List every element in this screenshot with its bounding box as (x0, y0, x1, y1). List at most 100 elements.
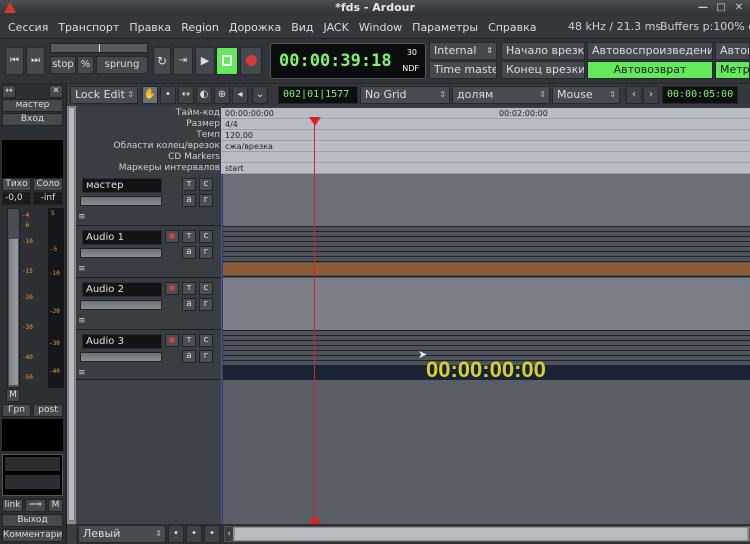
automation-button[interactable]: а (182, 350, 196, 363)
edit-mode-select[interactable]: Lock Edit ⇕ (70, 86, 138, 104)
empty-canvas[interactable] (222, 380, 750, 524)
track-canvas-audio-1[interactable] (222, 226, 750, 278)
playlist-button[interactable]: г (199, 350, 213, 363)
auto-play-button[interactable]: Автовоспроизведение (587, 42, 713, 60)
snap-mode-select[interactable]: долям ⇕ (452, 86, 550, 104)
gain-display[interactable]: -0,0 (2, 192, 31, 205)
menu-view[interactable]: Вид (286, 21, 318, 34)
track-name[interactable]: Audio 1 (82, 230, 162, 245)
metronome-button[interactable]: Метро (715, 61, 750, 79)
nudge-forward-button[interactable]: › (643, 86, 659, 104)
range-markers-ruler[interactable]: start (221, 163, 750, 174)
grab-tool-button[interactable]: ✋ (142, 86, 158, 104)
zoom-clock[interactable]: 00:00:05:00 (662, 86, 738, 104)
panner-area[interactable] (2, 419, 63, 451)
strip-hide-button[interactable]: ✕ (49, 85, 63, 98)
tempo-marker[interactable]: 120,00 (225, 130, 253, 140)
sync-source-select[interactable]: Internal ⇕ (429, 42, 497, 60)
panner-direction-button[interactable]: ⟹ (25, 499, 46, 512)
track-header-audio-2[interactable]: Audio 2 т с а г ≡ (76, 278, 221, 330)
menu-edit[interactable]: Правка (124, 21, 176, 34)
record-enable-button[interactable] (165, 334, 179, 347)
automation-button[interactable]: а (182, 194, 196, 207)
record-button[interactable] (240, 47, 262, 75)
auto-input-button[interactable]: Автов (715, 42, 750, 60)
menu-options[interactable]: Параметры (407, 21, 483, 34)
menu-window[interactable]: Window (354, 21, 407, 34)
comments-button[interactable]: Комментарии (2, 529, 63, 542)
input-button[interactable]: Вход (2, 113, 63, 126)
solo-button[interactable]: с (199, 282, 213, 295)
track-header-audio-1[interactable]: Audio 1 т с а г ≡ (76, 226, 221, 278)
loop-punch-marker[interactable]: сжа/врезка (225, 141, 273, 151)
stop-button[interactable] (216, 47, 238, 75)
range-start-marker[interactable]: start (225, 163, 244, 173)
record-enable-button[interactable] (165, 230, 179, 243)
hamburger-icon[interactable]: ≡ (78, 264, 86, 274)
solo-button[interactable]: с (199, 178, 213, 191)
play-range-button[interactable]: ⇥ (173, 47, 193, 75)
tempo-ruler[interactable]: 120,00 (221, 130, 750, 141)
zoom-focus-select[interactable]: Левый ⇕ (78, 525, 166, 543)
playhead-marker-bottom[interactable] (309, 515, 321, 524)
zoom-tool-button[interactable]: ⊕ (214, 86, 230, 104)
track-header-master[interactable]: мастер т с а г ≡ (76, 174, 221, 226)
play-button[interactable]: ▶ (195, 47, 215, 75)
mute-button[interactable]: т (182, 178, 196, 191)
panner-mode-button[interactable]: M (48, 499, 63, 512)
edit-point-select[interactable]: Mouse ⇕ (552, 86, 620, 104)
audio-region[interactable] (222, 263, 750, 275)
timefx-tool-button[interactable]: ↔ (178, 86, 194, 104)
nudge-clock[interactable]: 002|01|1577 (278, 86, 358, 104)
track-gain-slider[interactable] (80, 248, 162, 258)
loop-punch-ruler[interactable]: сжа/врезка (221, 141, 750, 152)
mute-button[interactable]: т (182, 282, 196, 295)
maximize-icon[interactable]: □ (714, 1, 728, 15)
shuttle-slider[interactable] (50, 43, 148, 53)
mute-button[interactable]: т (182, 230, 196, 243)
punch-out-button[interactable]: Конец врезки (501, 61, 585, 79)
meter-ruler[interactable]: 4/4 (221, 119, 750, 130)
processor-box[interactable] (2, 140, 63, 178)
track-header-audio-3[interactable]: Audio 3 т с а г ≡ (76, 330, 221, 380)
zoom-in-button[interactable]: • (168, 525, 184, 543)
track-name[interactable]: Audio 3 (82, 334, 162, 349)
punch-in-button[interactable]: Начало врезки (501, 42, 585, 60)
menu-region[interactable]: Region (176, 21, 224, 34)
hamburger-icon[interactable]: ≡ (78, 368, 86, 378)
timecode-ruler[interactable]: 00:00:00:00 00:02:00:00 (221, 108, 750, 119)
playlist-button[interactable]: г (199, 298, 213, 311)
playlist-button[interactable]: г (199, 194, 213, 207)
solo-button[interactable]: с (199, 230, 213, 243)
range-tool-button[interactable]: • (160, 86, 176, 104)
playhead[interactable] (314, 174, 315, 524)
group-button[interactable]: Грп (2, 404, 31, 417)
solo-button[interactable]: Соло (33, 178, 63, 191)
goto-start-button[interactable]: ⏮ (5, 47, 24, 75)
close-icon[interactable]: ✕ (732, 1, 746, 15)
menu-session[interactable]: Сессия (3, 21, 53, 34)
track-gain-slider[interactable] (80, 300, 162, 310)
record-enable-button[interactable] (165, 282, 179, 295)
gain-fader[interactable] (7, 208, 20, 388)
zoom-out-button[interactable]: • (186, 525, 202, 543)
meter-marker[interactable]: 4/4 (225, 119, 238, 129)
meter-point-button[interactable]: M (6, 389, 20, 402)
track-gain-slider[interactable] (80, 196, 162, 206)
menu-track[interactable]: Дорожка (224, 21, 286, 34)
auto-return-button[interactable]: Автовозврат (587, 61, 713, 79)
panner[interactable] (2, 454, 63, 496)
chevron-left-icon[interactable]: ‹ (225, 527, 233, 541)
solo-button[interactable]: с (199, 334, 213, 347)
automation-button[interactable]: а (182, 298, 196, 311)
grid-type-select[interactable]: No Grid ⇕ (360, 86, 450, 104)
link-button[interactable]: link (2, 499, 23, 512)
strip-name-button[interactable]: мастер (2, 99, 63, 112)
output-button[interactable]: Выход (2, 514, 63, 527)
gain-tool-button[interactable]: ◐ (196, 86, 212, 104)
track-name[interactable]: Audio 2 (82, 282, 162, 297)
audition-tool-button[interactable]: ◂ (232, 86, 248, 104)
loop-button[interactable]: ↻ (153, 47, 171, 75)
nudge-back-button[interactable]: ‹ (626, 86, 642, 104)
zoom-session-button[interactable]: • (204, 525, 220, 543)
